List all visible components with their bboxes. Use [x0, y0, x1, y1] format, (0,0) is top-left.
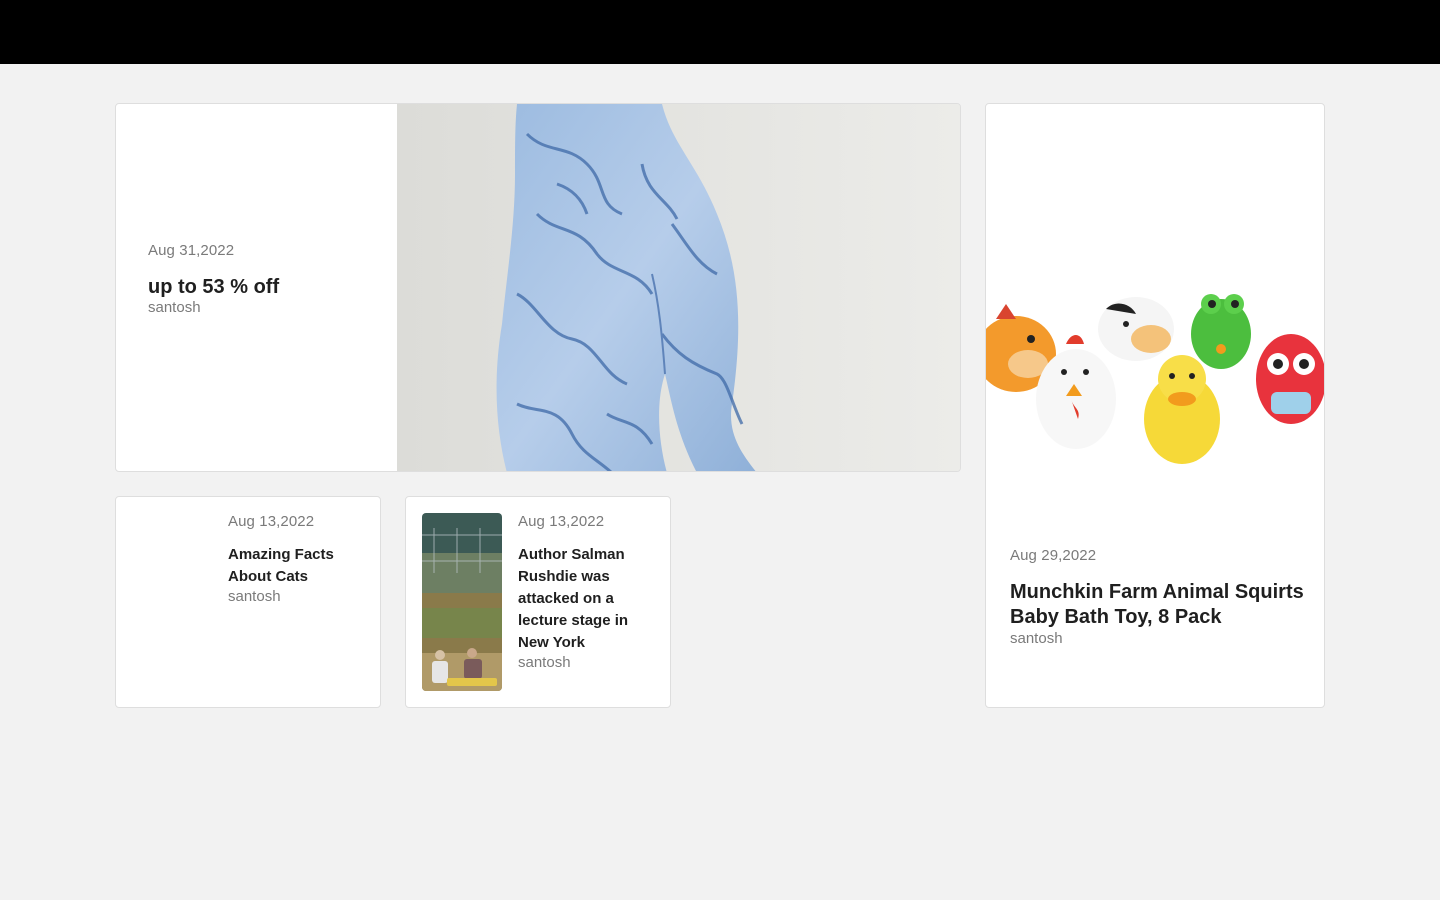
leggings-illustration: [397, 104, 960, 471]
featured-post-text: Aug 31,2022 up to 53 % off santosh: [148, 242, 388, 316]
post-text: Aug 29,2022 Munchkin Farm Animal Squirts…: [1010, 547, 1310, 647]
post-text: Aug 13,2022 Amazing Facts About Cats san…: [228, 513, 368, 605]
post-title[interactable]: up to 53 % off: [148, 275, 388, 299]
post-author[interactable]: santosh: [148, 299, 388, 316]
post-card-bath-toys[interactable]: Aug 29,2022 Munchkin Farm Animal Squirts…: [985, 103, 1325, 708]
field-scene-illustration: [422, 513, 502, 691]
featured-post-card[interactable]: Aug 31,2022 up to 53 % off santosh: [115, 103, 961, 472]
post-date: Aug 13,2022: [518, 513, 605, 530]
post-text: Aug 13,2022 Author Salman Rushdie was at…: [518, 513, 658, 671]
featured-post-image[interactable]: [397, 104, 960, 471]
post-title[interactable]: Amazing Facts About Cats: [228, 544, 368, 588]
post-thumbnail[interactable]: [422, 513, 502, 691]
post-title[interactable]: Author Salman Rushdie was attacked on a …: [518, 544, 658, 654]
post-card-rushdie[interactable]: Aug 13,2022 Author Salman Rushdie was at…: [405, 496, 671, 708]
post-date: Aug 31,2022: [148, 242, 235, 259]
top-navigation-bar: [0, 0, 1440, 64]
post-date: Aug 13,2022: [228, 513, 315, 530]
post-author[interactable]: santosh: [518, 654, 658, 671]
post-title[interactable]: Munchkin Farm Animal Squirts Baby Bath T…: [1010, 580, 1310, 630]
post-card-cats[interactable]: Aug 13,2022 Amazing Facts About Cats san…: [115, 496, 381, 708]
post-date: Aug 29,2022: [1010, 547, 1097, 564]
post-author[interactable]: santosh: [1010, 630, 1310, 647]
post-author[interactable]: santosh: [228, 588, 368, 605]
